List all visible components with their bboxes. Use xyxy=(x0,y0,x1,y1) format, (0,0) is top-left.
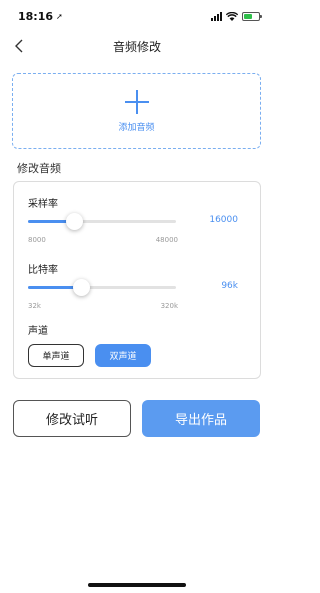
sample-rate-max: 48000 xyxy=(155,236,178,244)
home-indicator xyxy=(88,583,186,587)
location-icon: ➚ xyxy=(56,11,63,21)
cellular-signal-icon xyxy=(211,11,222,21)
bit-rate-min: 32k xyxy=(28,302,41,310)
bit-rate-value: 96k xyxy=(221,281,238,291)
channel-label: 声道 xyxy=(28,326,48,337)
section-title: 修改音频 xyxy=(17,162,61,175)
stereo-channel-button[interactable]: 双声道 xyxy=(95,344,151,367)
chevron-left-icon xyxy=(15,39,23,53)
status-time: 18:16 ➚ xyxy=(18,10,63,23)
sample-rate-slider-thumb[interactable] xyxy=(65,213,83,230)
bit-rate-label: 比特率 xyxy=(28,265,58,276)
settings-card: 采样率 16000 8000 48000 比特率 96k 32k 320k 声道… xyxy=(13,181,261,379)
mono-channel-button[interactable]: 单声道 xyxy=(28,344,84,367)
sample-rate-value: 16000 xyxy=(209,215,238,225)
plus-icon xyxy=(124,89,149,114)
wifi-icon xyxy=(226,11,238,21)
add-audio-button[interactable]: 添加音频 xyxy=(12,73,261,149)
sample-rate-label: 采样率 xyxy=(28,199,58,210)
bit-rate-slider-thumb[interactable] xyxy=(73,279,91,296)
add-audio-label: 添加音频 xyxy=(118,122,155,133)
status-indicators xyxy=(211,11,262,21)
back-button[interactable] xyxy=(10,37,28,55)
bit-rate-slider[interactable] xyxy=(28,279,176,296)
page-title: 音频修改 xyxy=(112,39,161,54)
sample-rate-slider[interactable] xyxy=(28,213,176,230)
sample-rate-min: 8000 xyxy=(28,236,46,244)
nav-bar: 音频修改 xyxy=(0,32,274,60)
bit-rate-max: 320k xyxy=(160,302,178,310)
export-button[interactable]: 导出作品 xyxy=(142,400,260,437)
status-bar: 18:16 ➚ xyxy=(0,0,274,32)
clock: 18:16 xyxy=(18,9,54,23)
preview-button[interactable]: 修改试听 xyxy=(13,400,131,437)
battery-icon xyxy=(242,11,262,21)
